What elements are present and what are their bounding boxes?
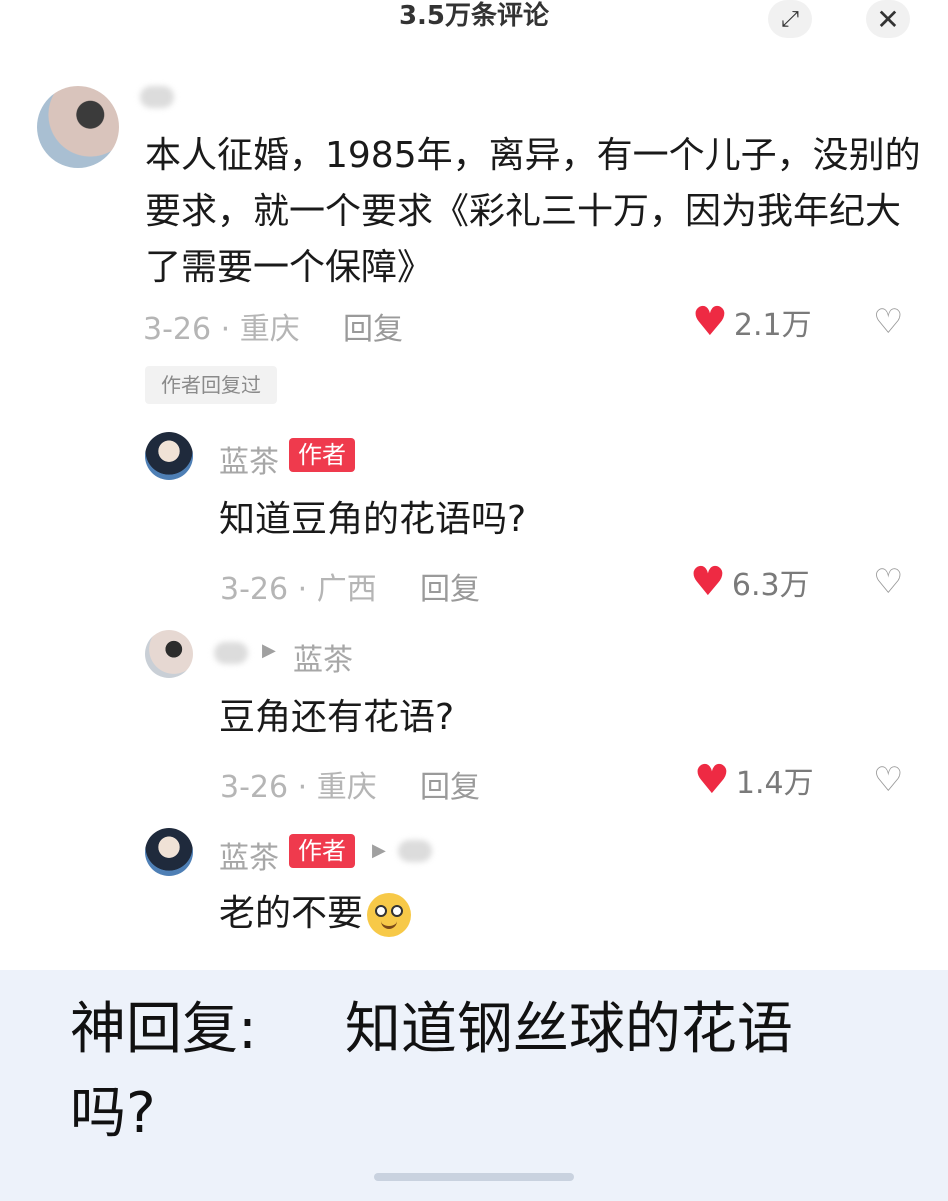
reply-arrow-icon: ▶ <box>262 640 276 661</box>
reply-reply-button[interactable]: 回复 <box>420 564 480 608</box>
reply-author-name[interactable]: 蓝茶 <box>219 437 279 481</box>
caption-prefix: 神回复: <box>70 997 257 1062</box>
heart-icon: ♥ <box>690 559 726 605</box>
caption-text: 神回复: 知道钢丝球的花语吗? <box>70 988 870 1156</box>
author-badge: 作者 <box>289 438 355 472</box>
reply-like-count: 6.3万 <box>731 568 810 603</box>
reply-like-count: 1.4万 <box>735 766 814 801</box>
reply-arrow-icon: ▶ <box>372 840 386 861</box>
main-comment-text: 本人征婚，1985年，离异，有一个儿子，没别的要求，就一个要求《彩礼三十万，因为… <box>145 135 921 288</box>
reply-like-button[interactable]: ♥ 1.4万 <box>694 758 814 802</box>
commenter-name-blurred[interactable] <box>214 642 248 664</box>
heart-icon: ♥ <box>692 299 728 345</box>
main-comment-like-button[interactable]: ♥ 2.1万 <box>692 300 812 344</box>
author-avatar[interactable] <box>145 432 193 480</box>
broken-heart-icon[interactable]: ♡ <box>873 760 903 800</box>
main-comment-date-location: 3-26 · 重庆 <box>143 312 300 347</box>
main-comment-like-count: 2.1万 <box>733 308 812 343</box>
reply-like-button[interactable]: ♥ 6.3万 <box>690 560 810 604</box>
reply-text: 老的不要 <box>219 893 364 934</box>
close-button[interactable]: ✕ <box>866 0 910 38</box>
commenter-avatar-small[interactable] <box>145 630 193 678</box>
broken-heart-icon[interactable]: ♡ <box>873 302 903 342</box>
commenter-name-blurred[interactable] <box>398 840 432 862</box>
author-badge: 作者 <box>289 834 355 868</box>
reply-author-name[interactable]: 蓝茶 <box>219 833 279 877</box>
reply-text-row: 老的不要 <box>219 886 412 942</box>
close-icon: ✕ <box>876 2 900 36</box>
main-comment-reply-button[interactable]: 回复 <box>343 304 403 348</box>
expand-button[interactable]: ⤢ <box>768 0 812 38</box>
commenter-name-blurred[interactable] <box>140 86 174 108</box>
reply-date-location: 3-26 · 重庆 <box>220 770 377 805</box>
broken-heart-icon[interactable]: ♡ <box>873 562 903 602</box>
flushed-face-emoji-icon <box>367 893 412 937</box>
comments-header: 3.5万条评论 ⤢ ✕ <box>0 0 948 38</box>
author-avatar[interactable] <box>145 828 193 876</box>
home-indicator[interactable] <box>374 1173 574 1181</box>
heart-icon: ♥ <box>694 757 730 803</box>
reply-text: 知道豆角的花语吗? <box>219 499 527 540</box>
reply-text: 豆角还有花语? <box>219 697 455 738</box>
author-replied-badge: 作者回复过 <box>145 366 277 404</box>
caption-panel: 神回复: 知道钢丝球的花语吗? <box>0 970 948 1201</box>
reply-to-name[interactable]: 蓝茶 <box>293 635 353 679</box>
reply-date-location: 3-26 · 广西 <box>220 572 377 607</box>
reply-reply-button[interactable]: 回复 <box>420 762 480 806</box>
commenter-avatar[interactable] <box>37 86 119 168</box>
expand-icon: ⤢ <box>781 6 799 32</box>
